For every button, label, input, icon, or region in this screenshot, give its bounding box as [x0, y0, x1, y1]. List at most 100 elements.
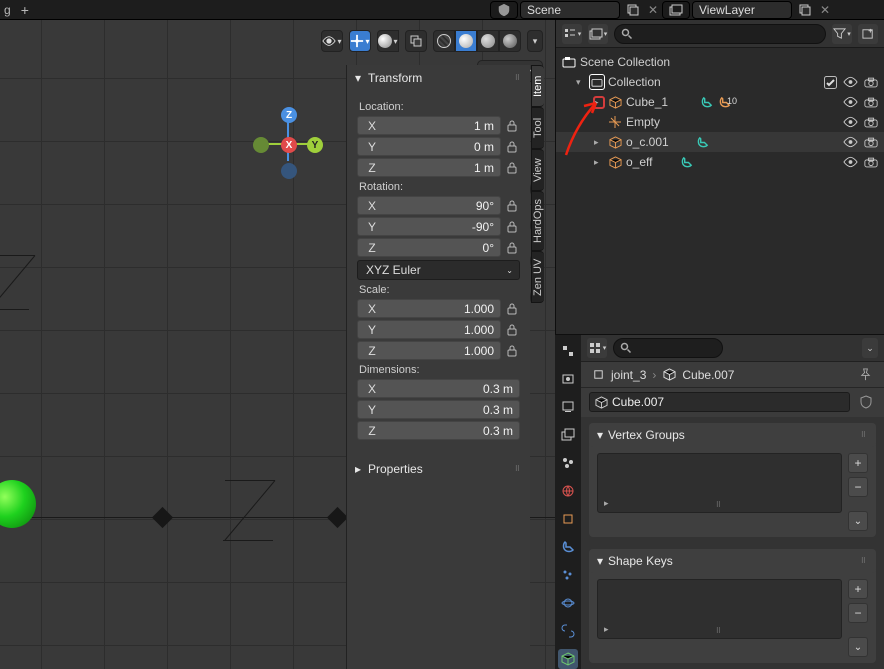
modifier-icon[interactable] [680, 155, 694, 169]
disclosure-icon[interactable]: ▸ [594, 97, 604, 108]
visibility-dropdown[interactable]: ▾ [321, 30, 343, 52]
tab-object[interactable] [558, 509, 578, 529]
lock-icon[interactable] [504, 158, 520, 177]
outliner-collection[interactable]: ▾ Collection [556, 72, 884, 92]
drag-handle-icon[interactable]: ⠿ [861, 557, 868, 565]
add-workspace-button[interactable]: + [21, 2, 29, 18]
tab-particles[interactable] [558, 565, 578, 585]
new-collection-button[interactable] [858, 24, 878, 44]
dimension-y-field[interactable]: Y0.3 m [357, 400, 520, 419]
specials-menu[interactable]: ⌄ [848, 637, 868, 657]
dimension-z-field[interactable]: Z0.3 m [357, 421, 520, 440]
lock-icon[interactable] [504, 341, 520, 360]
render-icon[interactable] [864, 117, 878, 128]
rotation-z-field[interactable]: Z0° [357, 238, 501, 257]
render-icon[interactable] [864, 157, 878, 168]
gizmo-x-ball[interactable]: X [281, 137, 297, 153]
add-button[interactable]: + [848, 579, 868, 599]
outliner-item-oeff[interactable]: ▸ o_eff [556, 152, 884, 172]
options-dropdown[interactable]: ⌄ [862, 338, 878, 358]
shading-wireframe[interactable] [433, 30, 455, 52]
render-icon[interactable] [864, 97, 878, 108]
tab-scene[interactable] [558, 453, 578, 473]
tab-physics[interactable] [558, 593, 578, 613]
new-scene-button[interactable] [622, 1, 644, 19]
tab-modifier[interactable] [558, 537, 578, 557]
tab-world[interactable] [558, 481, 578, 501]
xray-toggle[interactable] [405, 30, 427, 52]
tab-zenuv[interactable]: Zen UV [531, 251, 544, 303]
expand-icon[interactable]: ▸ [604, 624, 609, 635]
drag-handle-icon[interactable]: ⠿ [515, 74, 522, 82]
tab-mesh-data[interactable] [558, 649, 578, 669]
shading-solid[interactable] [455, 30, 477, 52]
visible-icon[interactable] [843, 116, 858, 128]
render-icon[interactable] [864, 137, 878, 148]
outliner-item-empty[interactable]: ▸ Empty [556, 112, 884, 132]
properties-search[interactable] [613, 338, 723, 358]
filter-button[interactable]: ▾ [832, 24, 852, 44]
lock-icon[interactable] [504, 320, 520, 339]
lock-icon[interactable] [504, 299, 520, 318]
vertex-groups-list[interactable]: ▸ ⠿ [597, 453, 842, 513]
modifier-icon[interactable]: 10 [718, 95, 732, 109]
scale-z-field[interactable]: Z1.000 [357, 341, 501, 360]
editor-type-selector[interactable]: ▾ [587, 338, 607, 358]
tab-item[interactable]: Item [531, 65, 544, 107]
tab-tool[interactable]: Tool [531, 107, 544, 149]
lock-icon[interactable] [504, 238, 520, 257]
gizmo-z-neg-ball[interactable] [281, 163, 297, 179]
scale-x-field[interactable]: X1.000 [357, 299, 501, 318]
disclosure-icon[interactable]: ▸ [594, 157, 604, 168]
visible-icon[interactable] [843, 76, 858, 88]
viewlayer-name-field[interactable]: ViewLayer [692, 1, 792, 19]
mesh-name-field[interactable]: Cube.007 [589, 392, 850, 412]
viewlayer-close-button[interactable]: ✕ [818, 1, 832, 19]
modifier-icon[interactable] [697, 135, 711, 149]
outliner-scene-collection[interactable]: Scene Collection [556, 52, 884, 72]
gizmo-y-ball[interactable]: Y [307, 137, 323, 153]
editor-type-selector[interactable]: ▾ [562, 24, 582, 44]
scene-name-field[interactable]: Scene [520, 1, 620, 19]
drag-handle-icon[interactable]: ⠿ [716, 627, 723, 635]
disclosure-icon[interactable]: ▾ [576, 77, 586, 88]
gizmo-z-ball[interactable]: Z [281, 107, 297, 123]
drag-handle-icon[interactable]: ⠿ [515, 465, 522, 473]
drag-handle-icon[interactable]: ⠿ [716, 501, 723, 509]
specials-menu[interactable]: ⌄ [848, 511, 868, 531]
lock-icon[interactable] [504, 116, 520, 135]
pin-icon[interactable] [856, 366, 874, 384]
display-mode-selector[interactable]: ▾ [588, 24, 608, 44]
shape-keys-list[interactable]: ▸ ⠿ [597, 579, 842, 639]
rotation-mode-select[interactable]: XYZ Euler⌄ [357, 260, 520, 280]
fake-user-icon[interactable] [856, 392, 876, 412]
scene-selector[interactable] [490, 1, 518, 19]
location-z-field[interactable]: Z1 m [357, 158, 501, 177]
exclude-checkbox[interactable] [824, 76, 837, 89]
overlay-toggle[interactable]: ▾ [377, 30, 399, 52]
breadcrumb-object[interactable]: joint_3 [611, 368, 646, 382]
new-viewlayer-button[interactable] [794, 1, 816, 19]
tab-viewlayer[interactable] [558, 425, 578, 445]
visible-icon[interactable] [843, 136, 858, 148]
modifier-icon[interactable] [700, 95, 714, 109]
lock-icon[interactable] [504, 217, 520, 236]
viewlayer-selector[interactable] [662, 1, 690, 19]
shading-rendered[interactable] [499, 30, 521, 52]
dimension-x-field[interactable]: X0.3 m [357, 379, 520, 398]
tab-view[interactable]: View [531, 149, 544, 191]
rotation-y-field[interactable]: Y-90° [357, 217, 501, 236]
shading-options-dropdown[interactable]: ▾ [527, 30, 543, 52]
lock-icon[interactable] [504, 196, 520, 215]
workspace-tab[interactable]: g [4, 3, 11, 17]
shape-keys-header[interactable]: ▾ Shape Keys ⠿ [589, 549, 876, 573]
remove-button[interactable]: − [848, 477, 868, 497]
location-x-field[interactable]: X1 m [357, 116, 501, 135]
scale-y-field[interactable]: Y1.000 [357, 320, 501, 339]
rotation-x-field[interactable]: X90° [357, 196, 501, 215]
disclosure-icon[interactable]: ▸ [594, 137, 604, 148]
lock-icon[interactable] [504, 137, 520, 156]
location-y-field[interactable]: Y0 m [357, 137, 501, 156]
tab-render[interactable] [558, 369, 578, 389]
gizmo-y-neg-ball[interactable] [253, 137, 269, 153]
